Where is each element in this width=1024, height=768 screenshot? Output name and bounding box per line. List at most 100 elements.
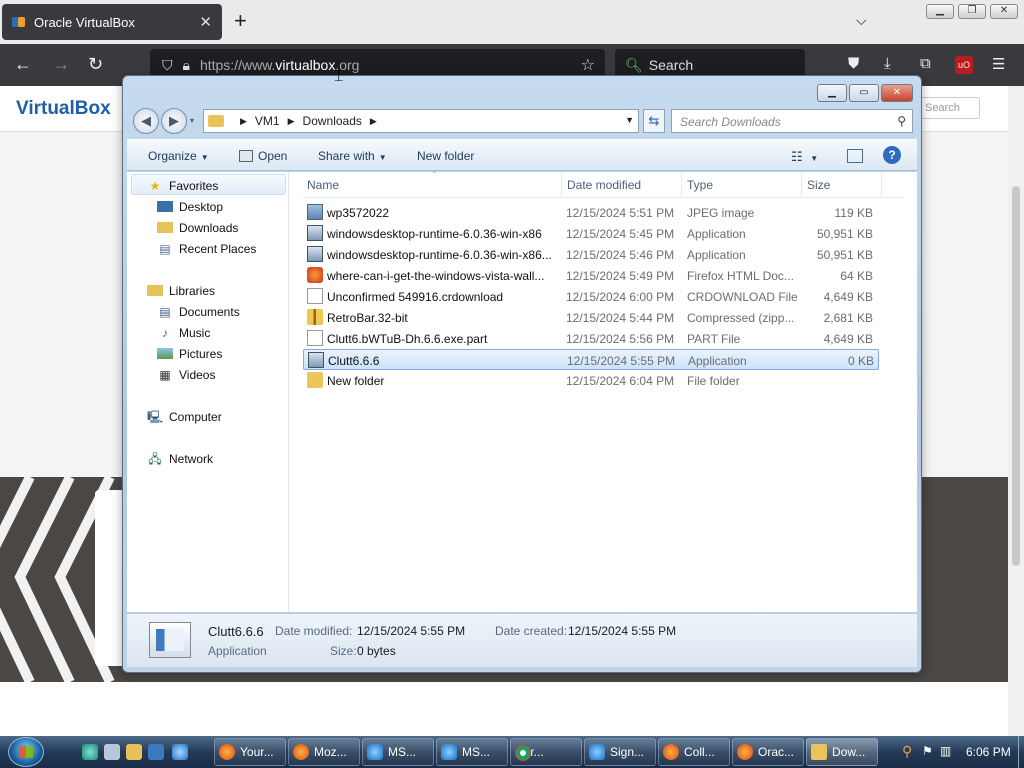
show-desktop-button[interactable] — [1018, 736, 1024, 768]
breadcrumb-arrow-icon[interactable]: ▶ — [370, 116, 377, 127]
search-downloads-input[interactable]: Search Downloads ⚲ — [671, 109, 913, 133]
recent-pages-chevron-icon[interactable]: ▾ — [190, 116, 194, 125]
nav-music[interactable]: ♪ Music — [157, 323, 210, 342]
taskbar-firefox-oracle[interactable]: Orac... — [732, 738, 804, 766]
internet-explorer-icon[interactable] — [172, 744, 188, 760]
bookmark-star-icon[interactable]: ☆ — [581, 55, 595, 75]
extensions-icon[interactable]: ⧉ — [920, 55, 931, 72]
nav-desktop[interactable]: Desktop — [157, 197, 223, 216]
taskbar-firefox-moz[interactable]: Moz... — [288, 738, 360, 766]
column-divider[interactable] — [561, 172, 562, 196]
open-button[interactable]: Open — [239, 149, 287, 163]
taskbar-ie-ms-1[interactable]: MS... — [362, 738, 434, 766]
breadcrumb-arrow-icon[interactable]: ▶ — [240, 116, 247, 127]
explorer-close-button[interactable]: ✕ — [881, 84, 913, 102]
address-bar[interactable]: ▶ VM1 ▶ Downloads ▶ ▼ — [203, 109, 639, 133]
file-row[interactable]: wp3572022 12/15/2024 5:51 PM JPEG image … — [303, 202, 879, 223]
column-divider[interactable] — [681, 172, 682, 196]
show-desktop-icon[interactable] — [104, 744, 120, 760]
tab-list-chevron-icon[interactable]: ⌵ — [856, 12, 867, 29]
reload-icon[interactable]: ↻ — [88, 54, 103, 75]
clock[interactable]: 6:06 PM — [966, 745, 1011, 759]
file-row[interactable]: RetroBar.32-bit 12/15/2024 5:44 PM Compr… — [303, 307, 879, 328]
virtualbox-logo[interactable]: VirtualBox — [16, 98, 111, 120]
help-icon[interactable]: ? — [883, 146, 901, 164]
taskbar-ie-ms-2[interactable]: MS... — [436, 738, 508, 766]
ublock-origin-icon[interactable]: uO — [955, 56, 973, 74]
browser-close-button[interactable]: ✕ — [990, 4, 1018, 19]
file-date: 12/15/2024 5:44 PM — [566, 311, 675, 325]
tab-oracle-virtualbox[interactable]: Oracle VirtualBox ✕ — [2, 4, 222, 40]
menu-hamburger-icon[interactable]: ☰ — [992, 55, 1005, 73]
change-view-icon[interactable]: ☷ ▼ — [791, 149, 818, 165]
breadcrumb-vm1[interactable]: VM1 — [255, 114, 280, 128]
downloads-icon[interactable]: ⤓ — [884, 55, 891, 72]
scrollbar-thumb[interactable] — [1012, 186, 1020, 566]
nav-computer[interactable]: 🖳︎ Computer — [147, 407, 222, 426]
back-button[interactable]: ◀ — [133, 108, 159, 134]
tab-close-icon[interactable]: ✕ — [199, 13, 212, 31]
back-arrow-icon[interactable]: ← — [14, 54, 32, 75]
taskbar-firefox-your[interactable]: Your... — [214, 738, 286, 766]
file-row[interactable]: windowsdesktop-runtime-6.0.36-win-x86 12… — [303, 223, 879, 244]
page-scrollbar[interactable] — [1008, 86, 1024, 736]
nav-recent-places[interactable]: ▤ Recent Places — [157, 239, 256, 258]
nav-videos[interactable]: ▦ Videos — [157, 365, 215, 384]
nav-favorites[interactable]: ★ Favorites — [147, 176, 219, 195]
new-tab-button[interactable]: + — [234, 8, 247, 34]
internet-explorer-icon — [367, 744, 383, 760]
file-row[interactable]: Unconfirmed 549916.crdownload 12/15/2024… — [303, 286, 879, 307]
forward-button[interactable]: ▶ — [161, 108, 187, 134]
site-search-input[interactable]: Search — [918, 97, 980, 119]
browser-minimize-button[interactable]: ▁ — [926, 4, 954, 19]
file-row[interactable]: New folder 12/15/2024 6:04 PM File folde… — [303, 370, 879, 391]
nav-downloads[interactable]: Downloads — [157, 218, 238, 237]
explorer-quicklaunch-icon[interactable] — [126, 744, 142, 760]
file-type: PART File — [687, 332, 741, 346]
explorer-minimize-button[interactable]: ▁ — [817, 84, 847, 102]
breadcrumb-downloads[interactable]: Downloads — [303, 114, 362, 128]
pocket-icon[interactable]: ⛊ — [848, 55, 859, 72]
nav-pictures[interactable]: Pictures — [157, 344, 222, 363]
file-name: windowsdesktop-runtime-6.0.36-win-x86... — [327, 248, 552, 262]
column-type[interactable]: Type — [687, 178, 713, 192]
quicklaunch-chrome-icon[interactable] — [82, 744, 98, 760]
taskbar-ie-sign[interactable]: Sign... — [584, 738, 656, 766]
file-row[interactable]: Clutt6.bWTuB-Dh.6.6.exe.part 12/15/2024 … — [303, 328, 879, 349]
nav-libraries[interactable]: Libraries — [147, 281, 215, 300]
start-button[interactable] — [8, 737, 44, 767]
column-divider[interactable] — [881, 172, 882, 196]
installer-icon — [307, 225, 323, 241]
firefox-icon — [293, 744, 309, 760]
column-date-modified[interactable]: Date modified — [567, 178, 641, 192]
column-size[interactable]: Size — [807, 178, 830, 192]
file-row[interactable]: where-can-i-get-the-windows-vista-wall..… — [303, 265, 879, 286]
search-icon[interactable]: ⚲ — [897, 114, 906, 128]
media-player-icon[interactable] — [148, 744, 164, 760]
organize-button[interactable]: Organize ▼ — [148, 149, 209, 163]
lock-icon[interactable]: 🔒︎ — [183, 57, 190, 74]
nav-documents[interactable]: ▤ Documents — [157, 302, 239, 321]
action-center-flag-icon[interactable]: ⚑ — [922, 744, 933, 758]
network-tray-icon[interactable]: ▥ — [940, 744, 951, 758]
browser-restore-button[interactable]: ❐ — [958, 4, 986, 19]
address-dropdown-icon[interactable]: ▼ — [625, 115, 634, 125]
file-row-selected[interactable]: Clutt6.6.6 12/15/2024 5:55 PM Applicatio… — [303, 349, 879, 370]
refresh-icon[interactable]: ⇆ — [643, 109, 665, 133]
taskbar-explorer-downloads[interactable]: Dow... — [806, 738, 878, 766]
breadcrumb-arrow-icon[interactable]: ▶ — [288, 116, 295, 127]
new-folder-button[interactable]: New folder — [417, 149, 474, 163]
file-row[interactable]: windowsdesktop-runtime-6.0.36-win-x86...… — [303, 244, 879, 265]
file-list: Name ⌃ Date modified Type Size wp3572022… — [303, 170, 903, 612]
explorer-maximize-button[interactable]: ▭ — [849, 84, 879, 102]
taskbar-firefox-coll[interactable]: Coll... — [658, 738, 730, 766]
column-name[interactable]: Name — [307, 178, 339, 192]
preview-pane-icon[interactable] — [847, 149, 863, 163]
nav-network[interactable]: 🖧︎ Network — [147, 449, 213, 468]
taskbar-chrome[interactable]: Chr... — [510, 738, 582, 766]
shield-icon[interactable]: ⛉ — [162, 57, 173, 74]
share-with-button[interactable]: Share with ▼ — [318, 149, 387, 163]
search-tray-icon[interactable]: ⚲ — [902, 743, 912, 760]
column-divider[interactable] — [801, 172, 802, 196]
forward-arrow-icon[interactable]: → — [52, 54, 70, 75]
